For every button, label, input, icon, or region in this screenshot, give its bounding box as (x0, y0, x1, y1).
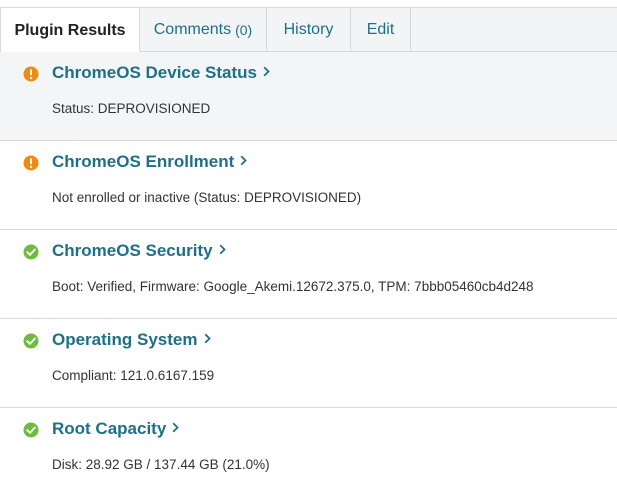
check-circle-icon (23, 422, 39, 438)
tab-label: Plugin Results (14, 21, 126, 39)
result-detail: Status: DEPROVISIONED (52, 101, 211, 116)
exclamation-circle-icon (23, 66, 39, 82)
tab-comments[interactable]: Comments (0) (140, 7, 267, 52)
result-title-link[interactable]: Operating System (52, 330, 211, 350)
result-detail: Compliant: 121.0.6167.159 (52, 368, 215, 383)
result-item-security: ChromeOS Security Boot: Verified, Firmwa… (0, 230, 617, 319)
tab-label: Edit (366, 20, 395, 38)
result-item-device-status: ChromeOS Device Status Status: DEPROVISI… (0, 52, 617, 141)
result-title-link[interactable]: Root Capacity (52, 419, 180, 439)
result-item-operating-system: Operating System Compliant: 121.0.6167.1… (0, 319, 617, 408)
result-title-link[interactable]: ChromeOS Enrollment (52, 152, 248, 172)
chevron-right-icon (240, 155, 248, 166)
tab-history[interactable]: History (267, 7, 351, 52)
results-list: ChromeOS Device Status Status: DEPROVISI… (0, 52, 617, 497)
result-title-link[interactable]: ChromeOS Security (52, 241, 226, 261)
result-title-text: ChromeOS Security (52, 241, 213, 260)
result-detail: Disk: 28.92 GB / 137.44 GB (21.0%) (52, 457, 270, 472)
chevron-right-icon (263, 66, 270, 77)
result-item-root-capacity: Root Capacity Disk: 28.92 GB / 137.44 GB… (0, 408, 617, 497)
result-title-text: ChromeOS Enrollment (52, 152, 235, 171)
result-item-enrollment: ChromeOS Enrollment Not enrolled or inac… (0, 141, 617, 230)
check-circle-icon (23, 244, 39, 260)
check-circle-icon (23, 333, 39, 349)
tab-edit[interactable]: Edit (351, 7, 411, 52)
tab-bar: Plugin Results Comments (0) History Edit (0, 7, 617, 53)
tab-label: Comments (153, 20, 232, 38)
result-detail: Not enrolled or inactive (Status: DEPROV… (52, 190, 362, 205)
exclamation-circle-icon (23, 155, 39, 171)
tab-label: History (283, 20, 334, 38)
comments-count: (0) (235, 21, 253, 38)
chevron-right-icon (172, 422, 180, 433)
result-title-link[interactable]: ChromeOS Device Status (52, 63, 270, 83)
tab-plugin-results[interactable]: Plugin Results (0, 7, 140, 53)
result-title-text: Root Capacity (52, 419, 167, 438)
plugin-results-panel: Plugin Results Comments (0) History Edit… (0, 0, 617, 486)
result-title-text: Operating System (52, 330, 198, 349)
result-title-text: ChromeOS Device Status (52, 63, 258, 82)
result-detail: Boot: Verified, Firmware: Google_Akemi.1… (52, 279, 534, 294)
chevron-right-icon (204, 333, 211, 344)
chevron-right-icon (219, 244, 226, 255)
